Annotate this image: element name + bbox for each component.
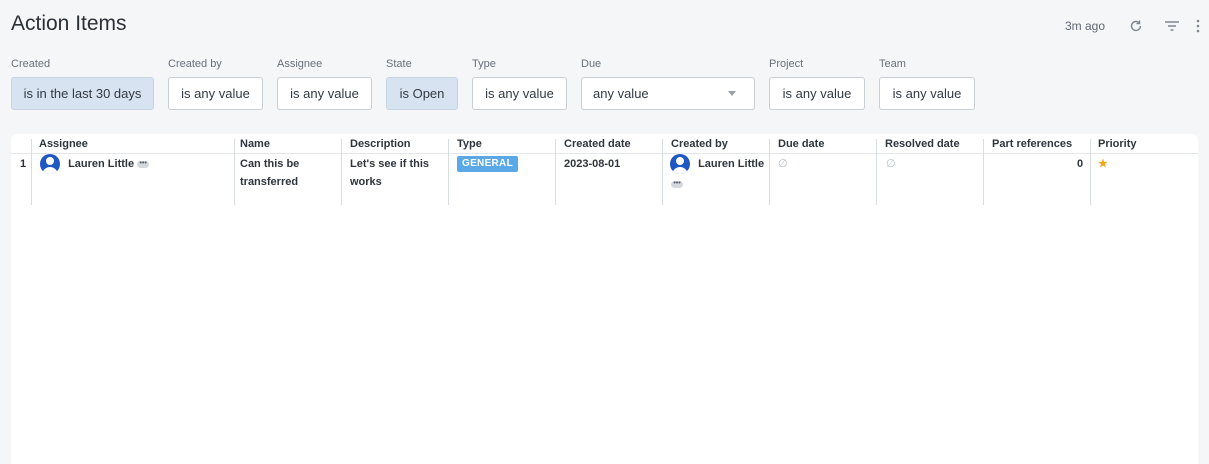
header-actions: 3m ago — [1065, 17, 1203, 35]
column-header-type[interactable]: Type — [457, 138, 482, 150]
chevron-down-icon — [728, 91, 736, 96]
name-line-2: transferred — [240, 176, 299, 188]
filter-label: Due — [581, 58, 602, 70]
filter-label: Created — [11, 58, 51, 70]
assignee-cell: Lauren Little ••• — [40, 154, 150, 174]
table-header: Assignee Name Description Type Created d… — [11, 134, 1198, 154]
priority-star-icon[interactable]: ★ — [1098, 155, 1108, 173]
avatar — [670, 154, 690, 174]
description-cell[interactable]: Let's see if this works — [350, 155, 429, 191]
filter-due-dropdown[interactable]: any value — [581, 77, 755, 110]
filter-label: Type — [472, 58, 496, 70]
filter-label: Team — [879, 58, 906, 70]
filter-label: Assignee — [277, 58, 323, 70]
column-header-created-by[interactable]: Created by — [671, 138, 728, 150]
filter-assignee-button[interactable]: is any value — [277, 77, 372, 110]
filter-due-value: any value — [593, 86, 649, 101]
column-header-description[interactable]: Description — [350, 138, 411, 150]
type-badge: GENERAL — [457, 156, 518, 172]
action-items-table: Assignee Name Description Type Created d… — [11, 134, 1198, 464]
name-line-1: Can this be — [240, 158, 300, 170]
due-date-cell: ∅ — [778, 158, 788, 170]
resolved-date-cell: ∅ — [886, 158, 896, 170]
created-by-cell: Lauren Little ••• — [670, 154, 764, 192]
filter-label: State — [386, 58, 412, 70]
created-by-name[interactable]: Lauren Little — [698, 158, 764, 170]
refresh-icon[interactable] — [1125, 17, 1147, 35]
column-header-due-date[interactable]: Due date — [778, 138, 824, 150]
column-header-created-date[interactable]: Created date — [564, 138, 631, 150]
column-header-assignee[interactable]: Assignee — [39, 138, 88, 150]
description-line-2: works — [350, 176, 382, 188]
name-cell[interactable]: Can this be transferred — [240, 155, 299, 191]
created-date-cell: 2023-08-01 — [564, 158, 621, 170]
kebab-menu-icon[interactable] — [1193, 17, 1203, 35]
column-header-name[interactable]: Name — [240, 138, 270, 150]
assignee-name[interactable]: Lauren Little — [68, 158, 134, 170]
type-cell: GENERAL — [457, 156, 518, 172]
filter-icon[interactable] — [1161, 17, 1183, 35]
description-line-1: Let's see if this — [350, 158, 430, 170]
part-references-cell: 0 — [1077, 158, 1084, 170]
filter-label: Project — [769, 58, 804, 70]
filter-created-button[interactable]: is in the last 30 days — [11, 77, 154, 110]
filter-type-button[interactable]: is any value — [472, 77, 567, 110]
filter-team-button[interactable]: is any value — [879, 77, 975, 110]
row-number: 1 — [20, 158, 27, 170]
column-header-priority[interactable]: Priority — [1098, 138, 1137, 150]
more-options-icon[interactable]: ••• — [671, 180, 683, 188]
column-header-part-references[interactable]: Part references — [992, 138, 1072, 150]
more-options-icon[interactable]: ••• — [137, 160, 150, 168]
page-title: Action Items — [11, 12, 127, 35]
last-updated-text: 3m ago — [1064, 19, 1105, 33]
filter-project-button[interactable]: is any value — [769, 77, 865, 110]
avatar — [40, 154, 60, 174]
table-row[interactable]: 1 Lauren Little ••• Can this be transfer… — [11, 154, 1198, 204]
filter-label: Created by — [168, 58, 222, 70]
filter-created-by-button[interactable]: is any value — [168, 77, 263, 110]
filter-state-button[interactable]: is Open — [386, 77, 458, 110]
column-header-resolved-date[interactable]: Resolved date — [885, 138, 960, 150]
